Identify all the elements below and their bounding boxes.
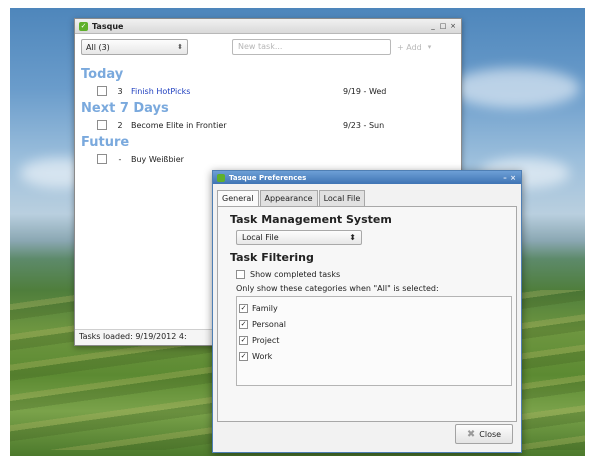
category-checkbox[interactable]: ✓ <box>239 335 248 345</box>
add-task-button[interactable]: + Add <box>397 43 422 52</box>
new-task-input[interactable]: New task... <box>232 39 391 55</box>
close-button-label: Close <box>479 429 502 439</box>
tasque-app-icon: ✓ <box>79 21 88 31</box>
backend-select-value: Local File <box>242 233 279 242</box>
tasque-app-icon <box>217 173 225 182</box>
categories-label: Only show these categories when "All" is… <box>236 284 439 293</box>
category-label: Family <box>252 303 278 313</box>
task-due-date[interactable]: 9/23 - Sun <box>343 121 423 130</box>
list-item[interactable]: ✓ Family <box>239 300 509 316</box>
category-checkbox[interactable]: ✓ <box>239 319 248 329</box>
toolbar: All (3) ⬍ New task... + Add ▾ <box>75 34 461 56</box>
task-priority[interactable]: 2 <box>115 121 125 130</box>
task-name[interactable]: Become Elite in Frontier <box>131 121 343 130</box>
category-label: Personal <box>252 319 287 329</box>
task-name[interactable]: Finish HotPicks <box>131 87 343 96</box>
list-item[interactable]: ✓ Work <box>239 348 509 364</box>
tab-local-file[interactable]: Local File <box>318 190 366 206</box>
categories-list: ✓ Family ✓ Personal ✓ Project ✓ Work <box>236 296 512 386</box>
list-item[interactable]: ✓ Personal <box>239 316 509 332</box>
general-tab-panel: Task Management System Local File ⬍ Task… <box>217 206 517 422</box>
show-completed-option[interactable]: Show completed tasks <box>236 268 504 281</box>
show-completed-checkbox[interactable] <box>236 270 245 279</box>
main-titlebar[interactable]: ✓ Tasque _ □ × <box>75 19 461 34</box>
category-label: Project <box>252 335 280 345</box>
show-completed-label: Show completed tasks <box>250 270 341 279</box>
filtering-heading: Task Filtering <box>230 251 314 264</box>
combo-arrow-icon: ⬍ <box>349 233 356 242</box>
tms-heading: Task Management System <box>230 213 392 226</box>
section-next-7-days: Next 7 Days <box>81 101 169 116</box>
add-dropdown-icon[interactable]: ▾ <box>428 43 432 51</box>
minimize-icon[interactable]: – <box>501 174 509 182</box>
task-checkbox[interactable] <box>97 154 107 164</box>
pref-tabs: General Appearance Local File <box>213 184 521 206</box>
task-row[interactable]: 3 Finish HotPicks 9/19 - Wed <box>81 83 457 99</box>
combo-arrow-icon: ⬍ <box>177 43 183 51</box>
task-row[interactable]: - Buy Weißbier <box>81 151 457 167</box>
pref-titlebar[interactable]: Tasque Preferences – × <box>213 171 521 184</box>
close-button[interactable]: ✖ Close <box>455 424 513 444</box>
window-title: Tasque <box>92 21 124 31</box>
close-icon[interactable]: × <box>509 174 517 182</box>
backend-select[interactable]: Local File ⬍ <box>236 230 362 245</box>
task-row[interactable]: 2 Become Elite in Frontier 9/23 - Sun <box>81 117 457 133</box>
task-checkbox[interactable] <box>97 86 107 96</box>
task-checkbox[interactable] <box>97 120 107 130</box>
category-checkbox[interactable]: ✓ <box>239 351 248 361</box>
close-icon[interactable]: × <box>449 22 457 30</box>
task-priority[interactable]: - <box>115 155 125 164</box>
pref-title: Tasque Preferences <box>229 173 307 182</box>
list-item[interactable]: ✓ Project <box>239 332 509 348</box>
category-filter-value: All (3) <box>86 42 110 52</box>
category-label: Work <box>252 351 273 361</box>
section-today: Today <box>81 67 124 82</box>
category-checkbox[interactable]: ✓ <box>239 303 248 313</box>
task-priority[interactable]: 3 <box>115 87 125 96</box>
task-due-date[interactable]: 9/19 - Wed <box>343 87 423 96</box>
minimize-icon[interactable]: _ <box>429 22 437 30</box>
close-icon: ✖ <box>466 428 476 440</box>
maximize-icon[interactable]: □ <box>439 22 447 30</box>
tab-appearance[interactable]: Appearance <box>259 190 318 206</box>
category-filter-combo[interactable]: All (3) ⬍ <box>81 39 188 55</box>
tab-general[interactable]: General <box>217 190 259 206</box>
task-list: Today 3 Finish HotPicks 9/19 - Wed Next … <box>81 65 457 167</box>
section-future: Future <box>81 135 130 150</box>
preferences-dialog: Tasque Preferences – × General Appearanc… <box>212 170 522 453</box>
task-name[interactable]: Buy Weißbier <box>131 155 343 164</box>
